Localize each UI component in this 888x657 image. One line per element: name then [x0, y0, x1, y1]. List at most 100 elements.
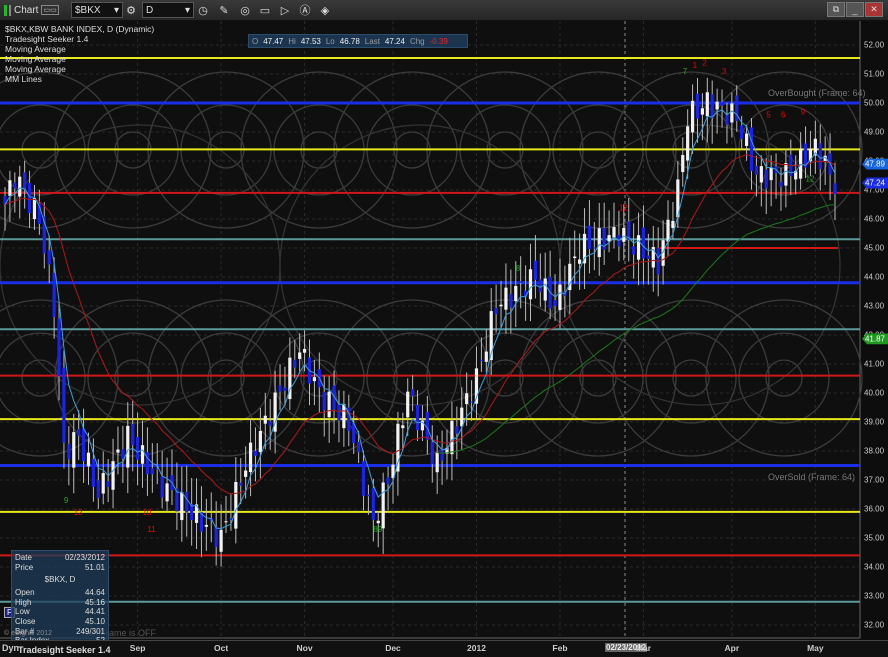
seeker-count: 12 [74, 508, 83, 517]
data-value: 45.10 [84, 616, 105, 626]
candle-body [695, 93, 700, 119]
candle-body [484, 351, 488, 362]
x-tick-label: Apr [724, 643, 740, 653]
legend-mm-lines[interactable]: MM Lines [5, 74, 154, 84]
candle-body [592, 247, 596, 249]
y-tick-label: 43.00 [864, 301, 885, 311]
candle-body [386, 477, 390, 485]
y-tick-label: 38.00 [864, 446, 885, 456]
data-row: Low 44.41 [15, 607, 105, 617]
candle-body [234, 481, 238, 529]
candle-body [322, 391, 326, 411]
legend-symbol[interactable]: $BKX,KBW BANK INDEX, D (Dynamic) [5, 24, 154, 34]
candle-body [165, 483, 169, 502]
candle-body [91, 458, 96, 487]
y-tick-label: 37.00 [864, 475, 885, 485]
candle-body [666, 219, 670, 242]
candle-body [553, 300, 557, 307]
candle-body [759, 166, 763, 183]
data-window-title: $BKX, D [44, 575, 76, 585]
candle-body [784, 163, 788, 186]
candle-body [744, 133, 749, 146]
candle-body [371, 487, 375, 520]
high-value: 47.53 [300, 36, 321, 46]
candle-body [361, 461, 366, 496]
candle-body [239, 482, 243, 486]
candle-body [612, 227, 616, 238]
candle-body [327, 391, 331, 418]
seeker-count: 12 [619, 203, 628, 212]
x-tick-label: Dec [385, 643, 401, 653]
candle-body [342, 404, 346, 429]
candle-body [578, 259, 582, 264]
data-value: 02/23/2012 [64, 553, 105, 562]
candle-body [764, 169, 768, 189]
candle-body [700, 108, 704, 115]
candle-body [833, 183, 837, 195]
price-chart[interactable]: 121 235 6 98712912 1011 89 [0, 0, 888, 657]
candle-body [406, 391, 410, 418]
candle-body [450, 420, 454, 455]
seeker-count: 11 [147, 525, 156, 534]
candle-body [268, 421, 272, 426]
candle-body [401, 425, 405, 429]
open-value: 47.47 [263, 36, 284, 46]
data-row: Price 51.01 [15, 563, 105, 573]
candle-body [140, 445, 145, 464]
candle-body [62, 367, 66, 443]
change-value: -0.39 [429, 36, 448, 46]
candle-body [690, 100, 695, 133]
candle-body [136, 436, 140, 460]
candle-body [180, 492, 184, 521]
candle-body [779, 181, 783, 187]
candle-body [77, 428, 81, 436]
candle-body [185, 491, 189, 513]
y-tick-label: 51.00 [864, 69, 885, 79]
candle-body [116, 449, 120, 453]
candle-body [769, 167, 773, 181]
candle-body [52, 272, 56, 318]
candle-body [47, 250, 51, 265]
x-tick-label: Nov [296, 643, 313, 653]
seeker-count: 1 [693, 61, 698, 70]
candle-body [740, 125, 744, 140]
x-tick-label: Mar [635, 643, 652, 653]
candle-body [440, 448, 444, 461]
data-label: Close [15, 616, 36, 626]
seeker-count: 10 [143, 508, 152, 517]
candle-body [278, 385, 282, 392]
candle-body [219, 529, 223, 552]
seeker-count: 12 [806, 174, 815, 183]
candle-body [455, 426, 459, 434]
high-label: Hi [288, 36, 296, 46]
y-tick-label: 32.00 [864, 620, 885, 630]
candle-body [263, 415, 267, 424]
study-legend: $BKX,KBW BANK INDEX, D (Dynamic) Tradesi… [5, 24, 154, 84]
candle-body [465, 393, 469, 405]
y-tick-label: 39.00 [864, 417, 885, 427]
data-row: Close 45.10 [15, 617, 105, 627]
legend-seeker[interactable]: Tradesight Seeker 1.4 [5, 34, 154, 44]
legend-ma-2[interactable]: Moving Average [5, 54, 154, 64]
candle-body [126, 425, 130, 468]
candle-body [720, 101, 724, 106]
candle-body [67, 443, 71, 460]
seeker-count: 89 [373, 525, 382, 534]
legend-ma-1[interactable]: Moving Average [5, 44, 154, 54]
candle-body [710, 94, 714, 119]
candle-body [298, 352, 302, 359]
y-tick-label: 45.00 [864, 243, 885, 253]
data-label: High [15, 597, 32, 607]
candle-body [357, 442, 361, 453]
candle-body [636, 235, 641, 260]
price-tag: 47.24 [862, 177, 888, 189]
footer-study-label: Tradesight Seeker 1.4 [18, 645, 111, 655]
candle-body [111, 461, 115, 490]
candle-body [705, 92, 709, 117]
candle-body [818, 143, 822, 169]
candle-body [72, 432, 76, 468]
data-value: 44.41 [84, 607, 105, 617]
legend-ma-3[interactable]: Moving Average [5, 64, 154, 74]
data-row: High 45.16 [15, 598, 105, 608]
candle-body [258, 431, 262, 453]
